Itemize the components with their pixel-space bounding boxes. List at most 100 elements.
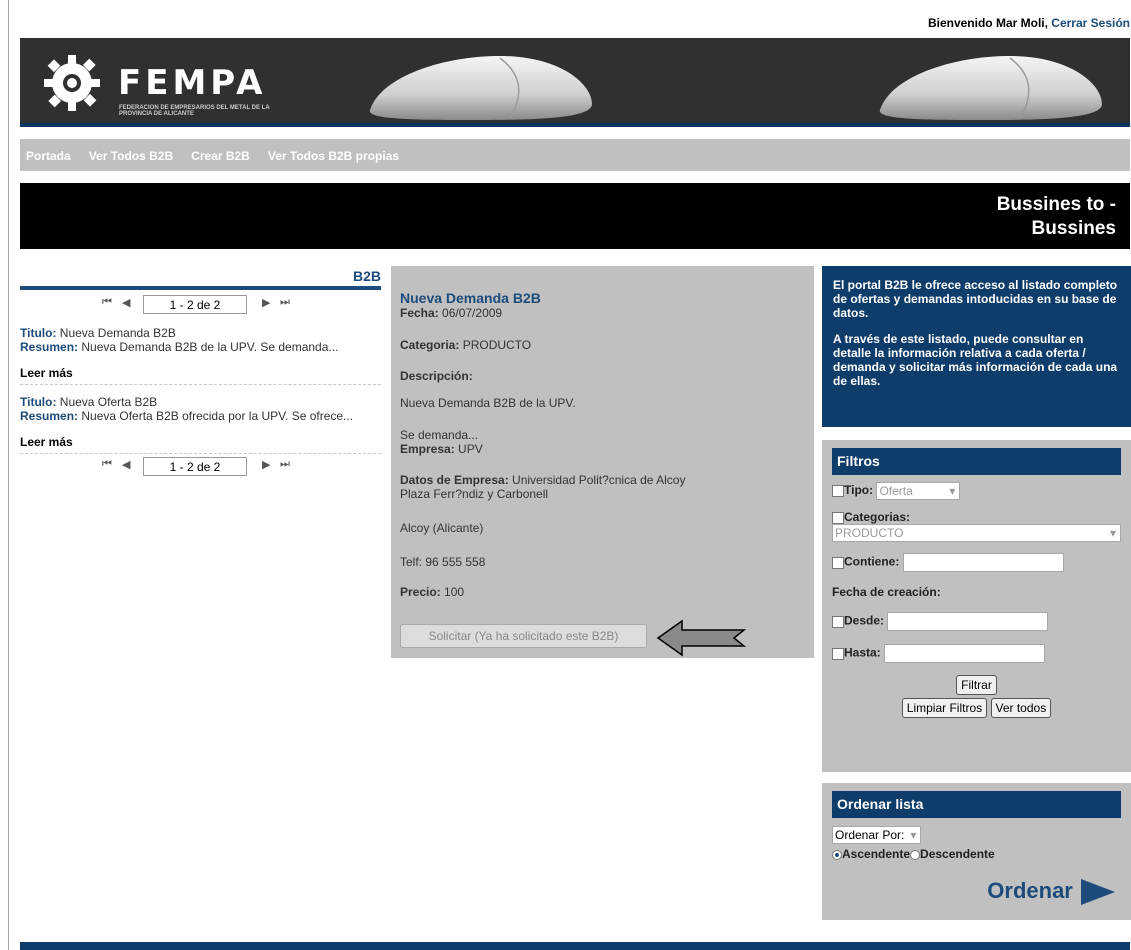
categorias-select[interactable]: PRODUCTO: [832, 524, 1121, 542]
descendente-radio[interactable]: [910, 849, 921, 860]
logo-subtitle: FEDERACION DE EMPRESARIOS DEL METAL DE L…: [119, 105, 270, 117]
ascendente-label: Ascendente: [842, 847, 911, 861]
pager-input[interactable]: 1 - 2 de 2: [143, 457, 247, 476]
hasta-label: Hasta:: [844, 645, 881, 660]
detail-title: Nueva Demanda B2B: [400, 290, 541, 306]
tipo-checkbox[interactable]: [832, 485, 844, 497]
item-summary: Nueva Demanda B2B de la UPV. Se demanda.…: [81, 340, 339, 354]
filtrar-button[interactable]: Filtrar: [956, 675, 997, 695]
empresa-value: UPV: [458, 442, 483, 456]
logo-name: FEMPA: [118, 63, 267, 103]
desde-input[interactable]: [887, 612, 1049, 631]
list-heading: B2B: [20, 268, 381, 290]
pager-bottom: ⏮ ◀ 1 - 2 de 2 ▶ ⏭: [20, 454, 381, 478]
categoria-value: PRODUCTO: [462, 338, 532, 352]
page-title-bar: Bussines to - Bussines: [20, 183, 1130, 249]
logout-link[interactable]: Cerrar Sesión: [1051, 16, 1130, 30]
ordenar-button[interactable]: Ordenar: [987, 877, 1117, 907]
item-summary: Nueva Oferta B2B ofrecida por la UPV. Se…: [81, 409, 354, 423]
pager-top: ⏮ ◀ 1 - 2 de 2 ▶ ⏭: [20, 292, 381, 316]
hasta-checkbox[interactable]: [832, 647, 844, 660]
b2b-detail: Nueva Demanda B2B Fecha: 06/07/2009 Cate…: [391, 266, 814, 658]
ordenar-por-value: Ordenar Por:: [835, 828, 905, 842]
play-arrow-icon: [1081, 879, 1115, 905]
welcome-text: Bienvenido Mar Moli,: [927, 16, 1048, 30]
nav-ver-todos-b2b-propias[interactable]: Ver Todos B2B propias: [268, 139, 399, 163]
ordenar-button-label: Ordenar: [987, 877, 1073, 903]
fecha-value: 06/07/2009: [442, 306, 503, 320]
precio-label: Precio:: [400, 585, 441, 599]
fecha-creacion-label: Fecha de creación:: [832, 585, 941, 599]
empresa-label: Empresa:: [400, 442, 455, 456]
desde-label: Desde:: [844, 613, 885, 628]
contiene-label: Contiene:: [844, 554, 900, 569]
read-more-link[interactable]: Leer más: [20, 435, 381, 454]
solicitar-button[interactable]: Solicitar (Ya ha solicitado este B2B): [400, 624, 647, 648]
tipo-select[interactable]: Oferta: [876, 482, 961, 500]
b2b-list: B2B ⏮ ◀ 1 - 2 de 2 ▶ ⏭ Titulo: Nueva Dem…: [20, 268, 381, 478]
first-page-icon[interactable]: ⏮: [102, 458, 112, 471]
contiene-input[interactable]: [902, 553, 1064, 572]
page-title-line1: Bussines to -: [996, 194, 1116, 215]
list-item: Titulo: Nueva Demanda B2B Resumen: Nueva…: [20, 326, 381, 354]
title-label: Titulo:: [20, 395, 57, 409]
main-nav: Portada Ver Todos B2B Crear B2B Ver Todos B…: [20, 139, 1130, 171]
desde-checkbox[interactable]: [832, 615, 844, 628]
categorias-checkbox[interactable]: [832, 511, 844, 524]
info-box: El portal B2B le ofrece acceso al listad…: [822, 266, 1131, 427]
item-title: Nueva Demanda B2B: [59, 326, 176, 340]
next-page-icon[interactable]: ▶: [262, 458, 270, 471]
list-item: Titulo: Nueva Oferta B2B Resumen: Nueva …: [20, 395, 381, 423]
first-page-icon[interactable]: ⏮: [102, 296, 112, 309]
telefono: Telf: 96 555 558: [400, 555, 486, 569]
nav-crear-b2b[interactable]: Crear B2B: [191, 139, 250, 163]
categorias-label: Categorias:: [844, 510, 911, 524]
ordenar-por-select[interactable]: Ordenar Por:: [832, 826, 922, 844]
tipo-label: Tipo:: [844, 483, 874, 498]
categorias-select-value: PRODUCTO: [835, 526, 904, 540]
datos-label: Datos de Empresa:: [400, 473, 509, 487]
filters-panel: Filtros Tipo: Oferta Categorias: PRODUCT…: [822, 440, 1131, 772]
ciudad: Alcoy (Alicante): [400, 521, 484, 535]
mouse-image-2: [879, 56, 1102, 120]
fempa-logo[interactable]: FEMPA FEDERACION DE EMPRESARIOS DEL META…: [40, 51, 280, 117]
descripcion-line2: Se demanda...: [400, 428, 479, 442]
read-more-link[interactable]: Leer más: [20, 366, 381, 385]
tipo-select-value: Oferta: [879, 484, 913, 498]
limpiar-filtros-button[interactable]: Limpiar Filtros: [901, 698, 988, 718]
ascendente-radio[interactable]: [832, 849, 842, 860]
arrow-left-icon: [656, 619, 747, 657]
gear-logo-icon: [44, 55, 100, 111]
page-title-line2: Bussines: [1031, 218, 1116, 239]
title-label: Titulo:: [20, 326, 57, 340]
descripcion-line1: Nueva Demanda B2B de la UPV.: [400, 396, 576, 410]
sort-heading: Ordenar lista: [832, 791, 1121, 818]
hasta-input[interactable]: [884, 644, 1046, 663]
descendente-label: Descendente: [920, 847, 995, 861]
prev-page-icon[interactable]: ◀: [122, 296, 130, 309]
next-page-icon[interactable]: ▶: [262, 296, 270, 309]
last-page-icon[interactable]: ⏭: [280, 296, 290, 309]
datos-line2: Plaza Ferr?ndiz y Carbonell: [400, 487, 549, 501]
prev-page-icon[interactable]: ◀: [122, 458, 130, 471]
fecha-label: Fecha:: [400, 306, 439, 320]
ver-todos-button[interactable]: Ver todos: [990, 698, 1052, 718]
page-title: Bussines to - Bussines: [916, 193, 1116, 241]
last-page-icon[interactable]: ⏭: [280, 458, 290, 471]
item-title: Nueva Oferta B2B: [59, 395, 158, 409]
summary-label: Resumen:: [20, 340, 79, 354]
filters-heading: Filtros: [832, 448, 1121, 475]
user-bar: Bienvenido Mar Moli, Cerrar Sesión: [20, 16, 1130, 30]
pager-input[interactable]: 1 - 2 de 2: [143, 295, 247, 314]
descripcion-label: Descripción:: [400, 369, 473, 383]
banner: FEMPA FEDERACION DE EMPRESARIOS DEL META…: [20, 38, 1130, 127]
categoria-label: Categoria:: [400, 338, 460, 352]
sort-panel: Ordenar lista Ordenar Por: Ascendente Des…: [822, 783, 1131, 920]
datos-line1: Universidad Polit?cnica de Alcoy: [512, 473, 686, 487]
precio-value: 100: [444, 585, 465, 599]
nav-portada[interactable]: Portada: [26, 139, 71, 163]
footer-bar: [20, 942, 1130, 950]
info-paragraph-1: El portal B2B le ofrece acceso al listad…: [833, 278, 1118, 320]
contiene-checkbox[interactable]: [832, 556, 844, 569]
nav-ver-todos-b2b[interactable]: Ver Todos B2B: [89, 139, 173, 163]
